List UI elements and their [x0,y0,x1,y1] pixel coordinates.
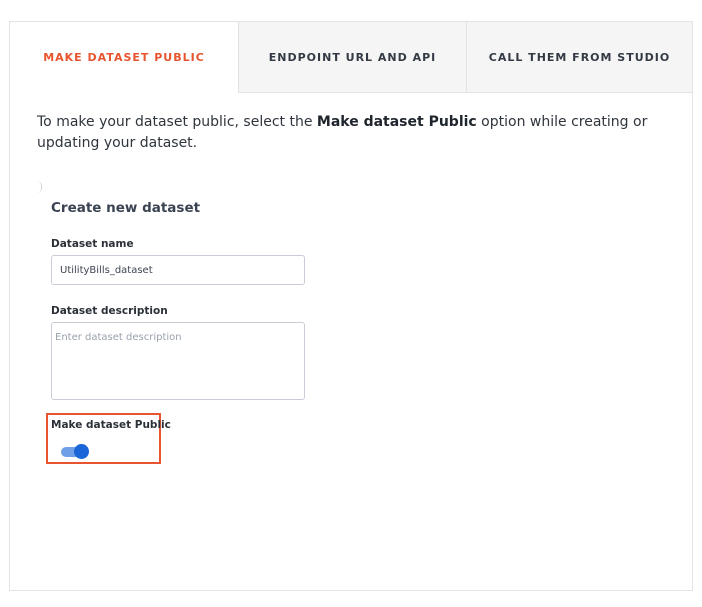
intro-text-bold: Make dataset Public [316,114,477,130]
tab-panel: MAKE DATASET PUBLIC ENDPOINT URL AND API… [9,21,693,591]
form-title: Create new dataset [51,200,201,216]
tab-bar: MAKE DATASET PUBLIC ENDPOINT URL AND API… [10,22,692,93]
make-public-toggle[interactable] [61,443,89,460]
dataset-name-input[interactable] [51,255,305,285]
tab-call-them-from-studio[interactable]: CALL THEM FROM STUDIO [466,22,692,93]
make-public-label: Make dataset Public [51,419,171,431]
tab-make-dataset-public[interactable]: MAKE DATASET PUBLIC [10,22,238,93]
intro-text-start: To make your dataset public, select the [37,114,317,130]
dataset-description-label: Dataset description [51,305,168,317]
dataset-description-input[interactable] [51,322,305,400]
tab-endpoint-url-and-api[interactable]: ENDPOINT URL AND API [238,22,466,93]
dataset-name-label: Dataset name [51,238,134,250]
intro-text: To make your dataset public, select the … [37,112,657,154]
toggle-knob [74,444,89,459]
divider-mark [37,181,42,193]
